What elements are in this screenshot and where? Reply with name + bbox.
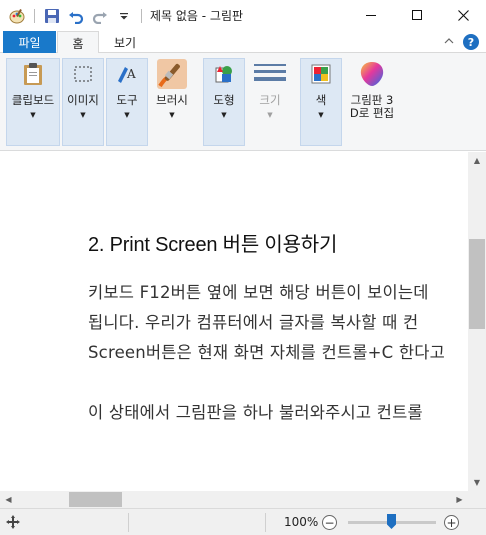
select-icon bbox=[67, 58, 99, 90]
chevron-down-icon: ▼ bbox=[318, 111, 324, 119]
redo-icon bbox=[91, 7, 109, 25]
title-bar: 제목 없음 - 그림판 bbox=[0, 0, 486, 31]
close-button[interactable] bbox=[440, 0, 486, 31]
scroll-left-icon[interactable]: ◀ bbox=[0, 491, 17, 508]
brushes-label: 브러시 bbox=[156, 93, 188, 107]
zoom-out-button[interactable]: − bbox=[322, 515, 337, 530]
status-bar: 100% − + bbox=[0, 508, 486, 535]
paint3d-label: 그림판 3 D로 편집 bbox=[349, 93, 395, 120]
status-divider bbox=[265, 513, 266, 532]
edit-with-paint3d-button[interactable]: 그림판 3 D로 편집 bbox=[347, 58, 397, 120]
zoom-level: 100% bbox=[284, 515, 319, 529]
save-icon[interactable] bbox=[43, 7, 61, 25]
horizontal-scroll-thumb[interactable] bbox=[69, 492, 122, 507]
paint3d-icon bbox=[356, 58, 388, 90]
maximize-button[interactable] bbox=[394, 0, 440, 31]
ribbon: 클립보드 ▼ 이미지 ▼ A 도구 ▼ 브러시 ▼ 도형 ▼ 크기 ▼ 색 ▼ … bbox=[0, 53, 486, 151]
undo-icon[interactable] bbox=[67, 7, 85, 25]
minimize-button[interactable] bbox=[348, 0, 394, 31]
scroll-down-icon[interactable]: ▼ bbox=[468, 474, 486, 491]
tools-button[interactable]: A 도구 ▼ bbox=[102, 58, 152, 119]
brush-icon bbox=[156, 58, 188, 90]
scroll-right-icon[interactable]: ▶ bbox=[451, 491, 468, 508]
close-icon bbox=[457, 10, 469, 21]
vertical-scrollbar[interactable]: ▲ ▼ bbox=[468, 152, 486, 491]
toolbar-separator bbox=[34, 8, 35, 23]
canvas-text-line: 됩니다. 우리가 컴퓨터에서 글자를 복사할 때 컨 bbox=[88, 313, 419, 332]
vertical-scroll-thumb[interactable] bbox=[469, 239, 485, 329]
zoom-slider-thumb[interactable] bbox=[387, 514, 396, 529]
chevron-down-icon: ▼ bbox=[80, 111, 86, 119]
size-button[interactable]: 크기 ▼ bbox=[245, 58, 295, 119]
tab-view[interactable]: 보기 bbox=[100, 31, 150, 53]
tools-icon: A bbox=[111, 58, 143, 90]
minimize-icon bbox=[365, 15, 376, 16]
scroll-up-icon[interactable]: ▲ bbox=[468, 152, 486, 169]
chevron-down-icon: ▼ bbox=[221, 111, 227, 119]
chevron-down-icon: ▼ bbox=[124, 111, 130, 119]
brushes-button[interactable]: 브러시 ▼ bbox=[147, 58, 197, 119]
drawing-canvas[interactable]: 2. Print Screen 버튼 이용하기 키보드 F12버튼 옆에 보면 … bbox=[0, 152, 468, 491]
image-button[interactable]: 이미지 ▼ bbox=[58, 58, 108, 119]
horizontal-scrollbar[interactable]: ◀ ▶ bbox=[0, 491, 468, 508]
zoom-in-button[interactable]: + bbox=[444, 515, 459, 530]
line-size-icon bbox=[254, 58, 286, 90]
paint-app-icon[interactable] bbox=[8, 7, 26, 25]
svg-text:A: A bbox=[126, 67, 136, 81]
canvas-heading: 2. Print Screen 버튼 이용하기 bbox=[88, 234, 338, 256]
chevron-down-icon: ▼ bbox=[30, 111, 36, 119]
status-divider bbox=[128, 513, 129, 532]
canvas-text-line: 이 상태에서 그림판을 하나 불러와주시고 컨트롤 bbox=[88, 403, 423, 422]
help-icon[interactable]: ? bbox=[463, 34, 479, 50]
scrollbar-corner bbox=[468, 491, 486, 508]
tab-file[interactable]: 파일 bbox=[3, 31, 56, 53]
shapes-icon bbox=[208, 58, 240, 90]
palette-icon bbox=[305, 58, 337, 90]
colors-button[interactable]: 색 ▼ bbox=[296, 58, 346, 119]
shapes-button[interactable]: 도형 ▼ bbox=[199, 58, 249, 119]
window-controls bbox=[348, 0, 486, 31]
window-title: 제목 없음 - 그림판 bbox=[150, 9, 244, 23]
quick-access-toolbar bbox=[0, 0, 144, 31]
shapes-label: 도형 bbox=[213, 93, 235, 107]
maximize-icon bbox=[411, 10, 422, 20]
size-label: 크기 bbox=[259, 93, 281, 107]
canvas-text-line: 키보드 F12버튼 옆에 보면 해당 버튼이 보이는데 bbox=[88, 283, 429, 302]
tab-home[interactable]: 홈 bbox=[57, 31, 99, 54]
clipboard-label: 클립보드 bbox=[11, 93, 55, 107]
tools-label: 도구 bbox=[116, 93, 138, 107]
customize-dropdown-icon[interactable] bbox=[115, 7, 133, 25]
minus-icon: − bbox=[324, 515, 335, 530]
cursor-position-icon bbox=[6, 515, 20, 529]
plus-icon: + bbox=[446, 515, 457, 530]
chevron-down-icon: ▼ bbox=[169, 111, 175, 119]
colors-label: 색 bbox=[315, 93, 327, 107]
canvas-text-line: Screen버튼은 현재 화면 자체를 컨트롤+C 한다고 bbox=[88, 343, 445, 362]
clipboard-icon bbox=[17, 58, 49, 90]
ribbon-tabs: 파일 홈 보기 ? bbox=[0, 31, 486, 54]
clipboard-button[interactable]: 클립보드 ▼ bbox=[8, 58, 58, 119]
image-label: 이미지 bbox=[67, 93, 99, 107]
chevron-down-icon: ▼ bbox=[267, 111, 273, 119]
collapse-ribbon-icon[interactable] bbox=[444, 37, 454, 45]
toolbar-separator bbox=[141, 8, 142, 23]
